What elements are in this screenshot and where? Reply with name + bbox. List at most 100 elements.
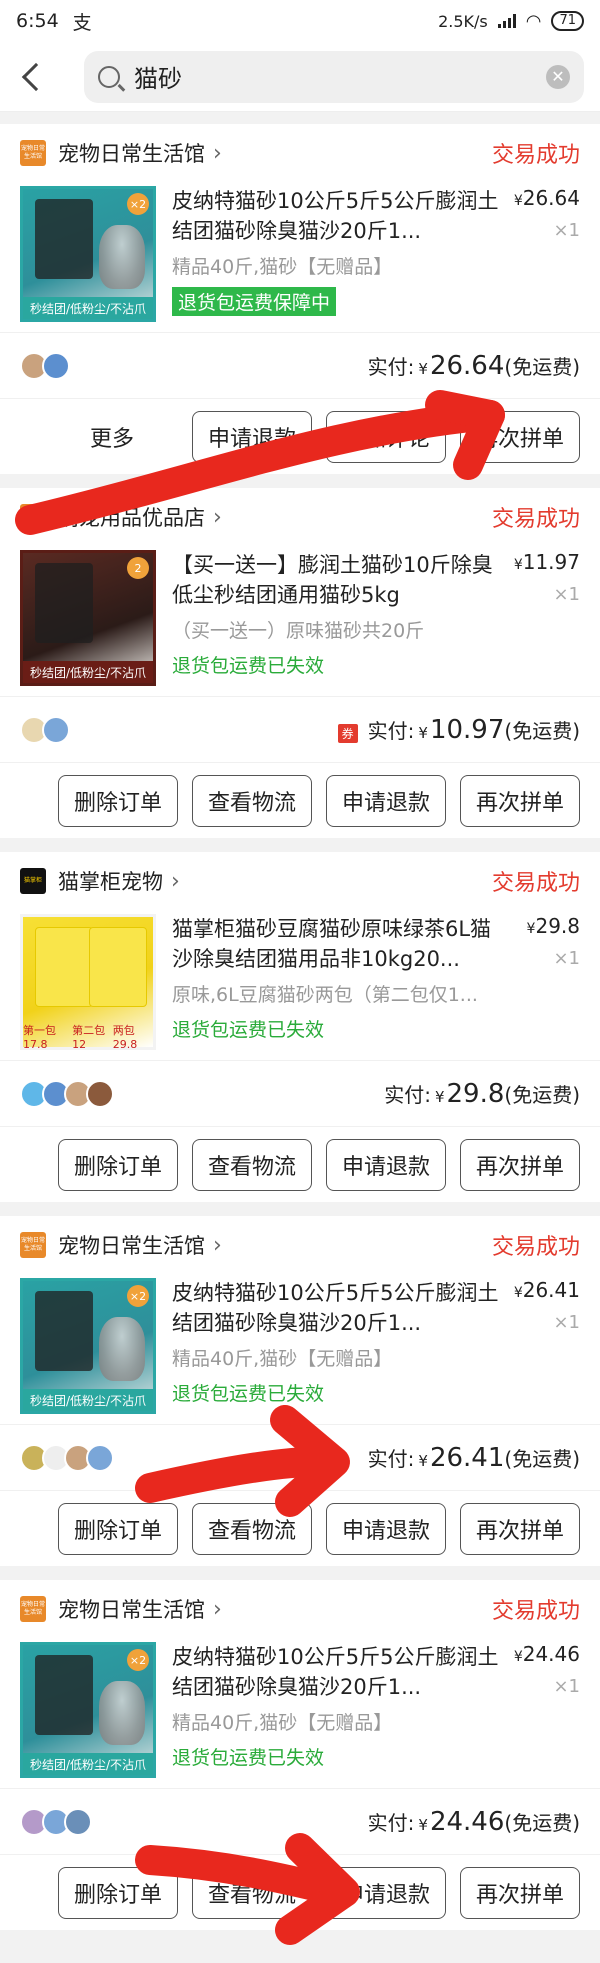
product-quantity: ×1 [553,1676,580,1697]
product-image-tag: 秒结团/低粉尘/不沾爪 [23,297,153,319]
product-quantity: ×1 [553,1312,580,1333]
order-card: 宠物日常生活馆 宠物日常生活馆 › 交易成功 ×2 秒结团/低粉尘/不沾爪 皮纳… [0,1580,600,1930]
product-image-tag: 秒结团/低粉尘/不沾爪 [23,1389,153,1411]
reorder-button[interactable]: 再次拼单 [460,410,580,463]
product-image[interactable]: 2 秒结团/低粉尘/不沾爪 [20,550,156,686]
shop-name[interactable]: 宠物日常生活馆 [58,1230,205,1260]
delete-order-button[interactable]: 删除订单 [58,1866,178,1919]
shipping-note: (免运费) [504,718,580,743]
shop-name[interactable]: 萌宠用品优品店 [58,502,205,532]
order-summary: 实付: ¥24.46 (免运费) [0,1788,600,1854]
product-image[interactable]: ×2 秒结团/低粉尘/不沾爪 [20,186,156,322]
view-logistics-button[interactable]: 查看物流 [192,1866,312,1919]
product-title[interactable]: 【买一送一】膨润土猫砂10斤除臭低尘秒结团通用猫砂5kg [172,550,500,610]
product-price: ¥26.41 [513,1278,580,1302]
order-summary: 实付: ¥26.64 (免运费) [0,332,600,398]
back-button[interactable] [16,57,56,97]
reorder-button[interactable]: 再次拼单 [460,774,580,827]
refund-button[interactable]: 申请退款 [326,1138,446,1191]
quantity-badge: ×2 [127,1649,149,1671]
order-summary: 券 实付: ¥10.97 (免运费) [0,696,600,762]
order-header: 宠物日常生活馆 宠物日常生活馆 › 交易成功 [0,1580,600,1638]
product-image[interactable]: 第一包 17.8 第二包 12 两包 29.8 [20,914,156,1051]
chevron-right-icon[interactable]: › [213,141,222,166]
paid-label: 实付: [367,354,415,379]
order-status: 交易成功 [491,507,580,532]
search-query: 猫砂 [134,65,182,93]
chevron-right-icon[interactable]: › [171,869,180,894]
refund-button[interactable]: 申请退款 [192,410,312,463]
order-header: 宠物日常生活馆 宠物日常生活馆 › 交易成功 [0,1216,600,1274]
product-image[interactable]: ×2 秒结团/低粉尘/不沾爪 [20,1278,156,1414]
product-title[interactable]: 皮纳特猫砂10公斤5斤5公斤膨润土结团猫砂除臭猫沙20斤1... [172,1278,500,1338]
quantity-badge: ×2 [127,193,149,215]
chevron-right-icon[interactable]: › [213,1597,222,1622]
reorder-button[interactable]: 再次拼单 [460,1866,580,1919]
product-title[interactable]: 皮纳特猫砂10公斤5斤5公斤膨润土结团猫砂除臭猫沙20斤1... [172,1642,500,1702]
view-logistics-button[interactable]: 查看物流 [192,1138,312,1191]
group-avatars [20,1807,92,1836]
more-button[interactable]: 更多 [90,421,134,453]
product-spec: （买一送一）原味猫砂共20斤 [172,620,425,642]
paid-amount: ¥29.8 [434,1078,505,1109]
avatar [64,1807,92,1836]
product-bag-graphic [35,563,93,643]
product-row[interactable]: ×2 秒结团/低粉尘/不沾爪 皮纳特猫砂10公斤5斤5公斤膨润土结团猫砂除臭猫沙… [0,1274,600,1424]
refund-button[interactable]: 申请退款 [326,1502,446,1555]
signal-icon [497,14,516,28]
clear-search-button[interactable]: ✕ [546,64,570,89]
quantity-badge: 2 [127,557,149,579]
product-row[interactable]: ×2 秒结团/低粉尘/不沾爪 皮纳特猫砂10公斤5斤5公斤膨润土结团猫砂除臭猫沙… [0,1638,600,1788]
product-row[interactable]: ×2 秒结团/低粉尘/不沾爪 皮纳特猫砂10公斤5斤5公斤膨润土结团猫砂除臭猫沙… [0,182,600,332]
delete-order-button[interactable]: 删除订单 [58,1502,178,1555]
product-row[interactable]: 2 秒结团/低粉尘/不沾爪 【买一送一】膨润土猫砂10斤除臭低尘秒结团通用猫砂5… [0,546,600,696]
product-price: ¥29.8 [526,914,580,938]
refund-button[interactable]: 申请退款 [326,774,446,827]
avatar [86,1443,114,1472]
delete-order-button[interactable]: 删除订单 [58,774,178,827]
avatar [42,351,70,380]
reorder-button[interactable]: 再次拼单 [460,1138,580,1191]
product-spec: 原味,6L豆腐猫砂两包（第二包仅1... [172,984,478,1006]
quantity-badge: ×2 [127,1285,149,1307]
status-time: 6:54 [16,10,59,32]
product-spec: 精品40斤,猫砂【无赠品】 [172,256,393,278]
order-actions: 删除订单 查看物流 申请退款 再次拼单 [0,1854,600,1930]
product-bag-graphic [35,927,93,1007]
shop-name[interactable]: 猫掌柜宠物 [58,866,163,896]
product-bag-graphic [35,1291,93,1371]
shop-name[interactable]: 宠物日常生活馆 [58,1594,205,1624]
view-logistics-button[interactable]: 查看物流 [192,1502,312,1555]
chevron-right-icon[interactable]: › [213,1233,222,1258]
shipping-note: (免运费) [504,354,580,379]
shop-logo: 萌宠用品优品店 [20,504,46,530]
reorder-button[interactable]: 再次拼单 [460,1502,580,1555]
order-actions: 删除订单 查看物流 申请退款 再次拼单 [0,1490,600,1566]
add-review-button[interactable]: 追加评论 [326,410,446,463]
product-image[interactable]: ×2 秒结团/低粉尘/不沾爪 [20,1642,156,1778]
return-shipping-badge: 退货包运费已失效 [172,1747,325,1769]
refund-button[interactable]: 申请退款 [326,1866,446,1919]
product-image-tag: 第一包 17.8 第二包 12 两包 29.8 [23,1023,138,1051]
paid-label: 实付: [367,1446,415,1471]
search-input[interactable]: 猫砂 ✕ [84,50,584,103]
product-title[interactable]: 皮纳特猫砂10公斤5斤5公斤膨润土结团猫砂除臭猫沙20斤1... [172,186,500,246]
cat-graphic [99,1681,145,1745]
view-logistics-button[interactable]: 查看物流 [192,774,312,827]
order-actions: 删除订单 查看物流 申请退款 再次拼单 [0,1126,600,1202]
group-avatars [20,351,70,380]
order-header: 宠物日常生活馆 宠物日常生活馆 › 交易成功 [0,124,600,182]
order-status: 交易成功 [491,1235,580,1260]
delete-order-button[interactable]: 删除订单 [58,1138,178,1191]
order-status: 交易成功 [491,143,580,168]
paid-label: 实付: [384,1082,431,1107]
chevron-right-icon[interactable]: › [213,505,222,530]
shop-name[interactable]: 宠物日常生活馆 [58,138,205,168]
shop-logo: 宠物日常生活馆 [20,1232,46,1258]
network-speed: 2.5K/s [438,11,488,31]
avatar [42,715,70,744]
product-title[interactable]: 猫掌柜猫砂豆腐猫砂原味绿茶6L猫沙除臭结团猫用品非10kg20... [172,914,500,974]
product-quantity: ×1 [553,584,580,605]
product-row[interactable]: 第一包 17.8 第二包 12 两包 29.8 猫掌柜猫砂豆腐猫砂原味绿茶6L猫… [0,910,600,1060]
wifi-icon: ◠ [525,10,542,32]
